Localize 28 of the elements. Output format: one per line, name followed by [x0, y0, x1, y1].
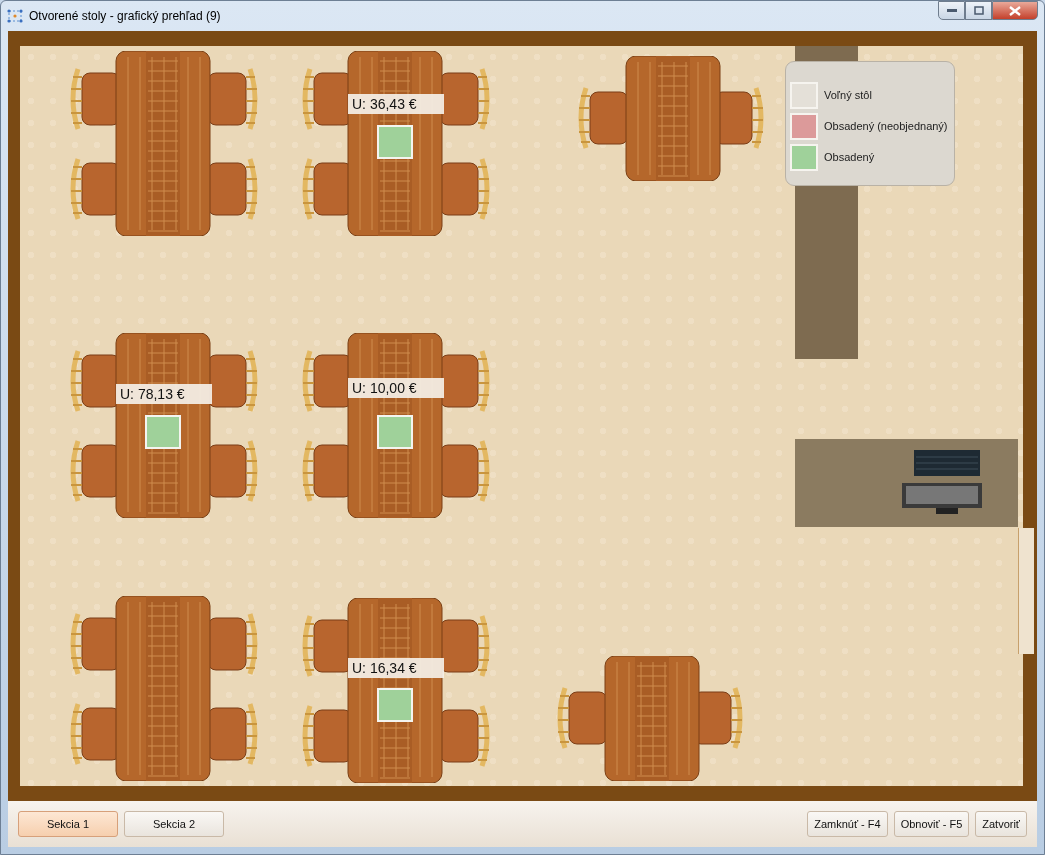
close-button[interactable]: [992, 1, 1038, 20]
maximize-button[interactable]: [965, 1, 992, 20]
action-button[interactable]: Zatvoriť: [975, 811, 1027, 837]
app-icon: [7, 8, 23, 24]
table-drawing[interactable]: [576, 56, 766, 181]
table-drawing[interactable]: [68, 596, 260, 781]
minimize-icon: [946, 8, 957, 13]
window-title: Otvorené stoly - grafický prehľad (9): [29, 8, 221, 25]
action-button[interactable]: Obnoviť - F5: [893, 811, 970, 837]
legend-label: Obsadený: [824, 150, 875, 166]
table-drawing[interactable]: [68, 333, 260, 518]
table-amount: U: 16,34 €: [348, 658, 444, 678]
action-button[interactable]: Zamknúť - F4: [807, 811, 888, 837]
table-drawing[interactable]: [300, 51, 492, 236]
legend-label: Voľný stôl: [824, 88, 872, 104]
legend-label: Obsadený (neobjednaný): [824, 119, 948, 135]
minimize-button[interactable]: [938, 1, 965, 20]
table-drawing[interactable]: [68, 51, 260, 236]
table-amount: U: 78,13 €: [116, 384, 212, 404]
table-drawing[interactable]: [300, 333, 492, 518]
table-drawing[interactable]: [555, 656, 745, 781]
close-icon: [1009, 5, 1021, 16]
maximize-icon: [973, 6, 984, 15]
table-amount: U: 36,43 €: [348, 94, 444, 114]
section-tab[interactable]: Sekcia 1: [18, 811, 118, 837]
table-drawing[interactable]: [300, 598, 492, 783]
table-amount: U: 10,00 €: [348, 378, 444, 398]
section-tab[interactable]: Sekcia 2: [124, 811, 224, 837]
